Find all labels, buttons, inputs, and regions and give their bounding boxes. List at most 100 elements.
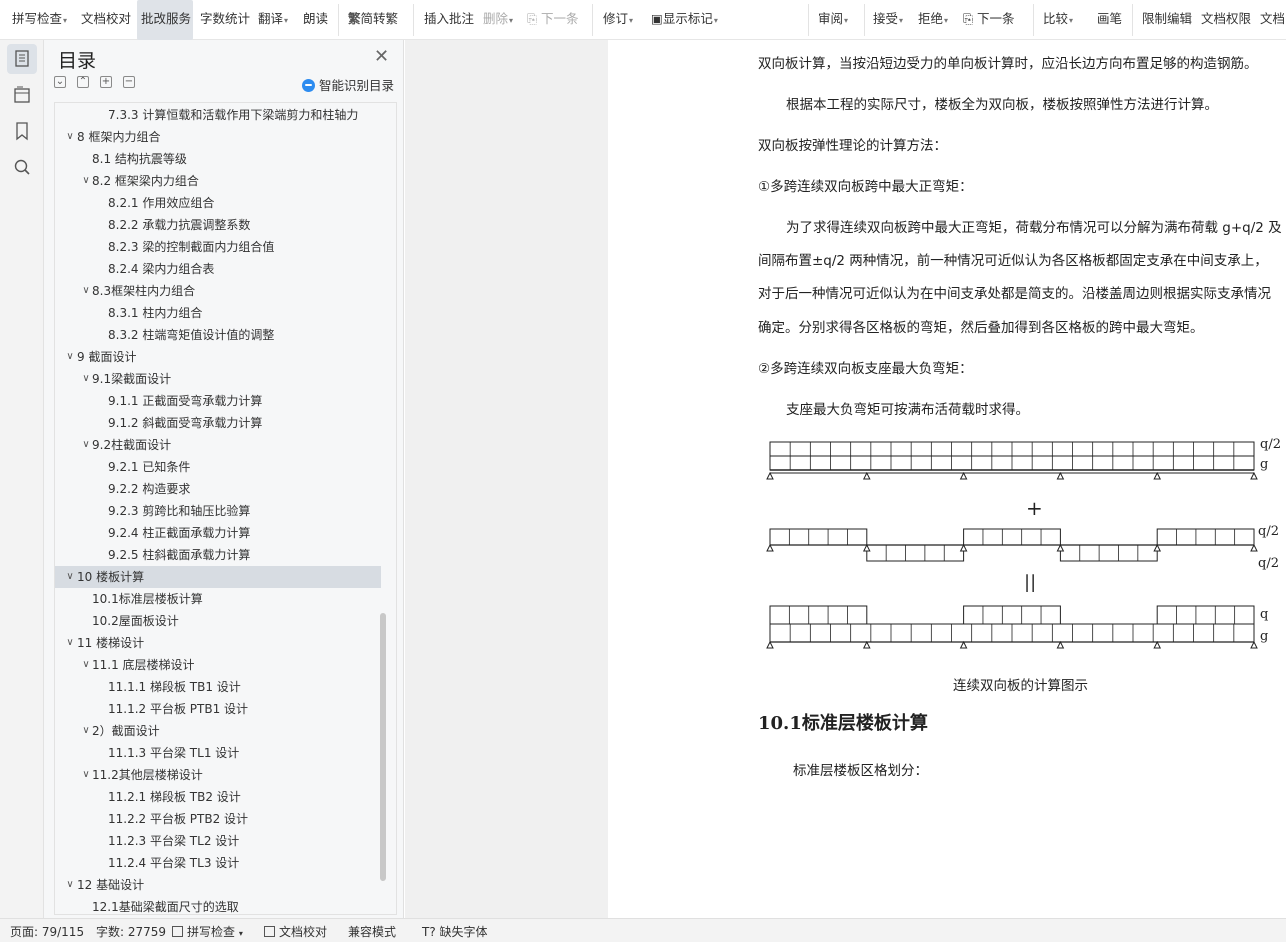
show-markup-button[interactable]: ▣显示标记▾ [651, 0, 731, 40]
toc-item[interactable]: 8.2.2 承载力抗震调整系数 [55, 214, 381, 236]
search-button[interactable] [7, 152, 37, 182]
smart-toc-button[interactable]: 智能识别目录 [302, 75, 394, 94]
toc-item[interactable]: 8.2.3 梁的控制截面内力组合值 [55, 236, 381, 258]
missing-font-button[interactable]: T? 缺失字体 [422, 923, 488, 940]
toc-item[interactable]: ∨ 8 框架内力组合 [55, 126, 381, 148]
bookmark-button[interactable] [7, 116, 37, 146]
spell-check-button[interactable]: 拼写检查▾ [12, 0, 72, 40]
chevron-down-icon[interactable]: ∨ [81, 434, 91, 456]
toc-item[interactable]: ∨ 8.3框架柱内力组合 [55, 280, 381, 302]
track-changes-button[interactable]: 修订▾ [603, 0, 639, 40]
toc-item[interactable]: 8.2.1 作用效应组合 [55, 192, 381, 214]
toc-item[interactable]: 11.2.4 平台梁 TL3 设计 [55, 852, 381, 874]
pen-label: 画笔 [1097, 11, 1123, 26]
toc-item[interactable]: 11.2.1 梯段板 TB2 设计 [55, 786, 381, 808]
spell-check-label: 拼写检查 [12, 11, 63, 26]
simp-trad-button[interactable]: 繁简转繁 [348, 0, 408, 40]
toc-item[interactable]: ∨ 11 楼梯设计 [55, 632, 381, 654]
toc-item[interactable]: ∨ 8.2 框架梁内力组合 [55, 170, 381, 192]
toc-item[interactable]: ∨ 11.2其他层楼梯设计 [55, 764, 381, 786]
delete-comment-button[interactable]: 删除▾ [483, 0, 519, 40]
load-label-g: g [1260, 457, 1268, 472]
toc-item[interactable]: 9.2.1 已知条件 [55, 456, 381, 478]
chevron-down-icon[interactable]: ∨ [81, 654, 91, 676]
toc-item[interactable]: ∨ 2）截面设计 [55, 720, 381, 742]
chevron-down-icon[interactable]: ∨ [81, 170, 91, 192]
ribbon-toolbar: 拼写检查▾ 文档校对 批改服务 字数统计 翻译▾ 朗读 繁简转繁 插入批注 删除… [0, 0, 1286, 40]
toc-item[interactable]: 12.1基础梁截面尺寸的选取 [55, 896, 381, 914]
document-page[interactable]: 双向板计算，当按沿短边受力的单向板计算时，应沿长边方向布置足够的构造钢筋。 根据… [608, 40, 1286, 918]
pen-button[interactable]: 画笔 [1097, 0, 1123, 40]
toc-scrollbar[interactable] [380, 613, 386, 881]
toc-item[interactable]: 9.2.2 构造要求 [55, 478, 381, 500]
toc-item[interactable]: ∨ 9.2柱截面设计 [55, 434, 381, 456]
compare-button[interactable]: 比较▾ [1043, 0, 1079, 40]
doc-permission-button[interactable]: 文档权限 [1201, 0, 1253, 40]
paragraph: 确定。分别求得各区格板的弯矩，然后叠加得到各区格板的跨中最大弯矩。 [758, 320, 1204, 336]
translate-button[interactable]: 翻译▾ [258, 0, 294, 40]
add-heading-icon[interactable]: + [100, 76, 112, 88]
toc-item[interactable]: 8.3.1 柱内力组合 [55, 302, 381, 324]
chevron-down-icon[interactable]: ∨ [81, 280, 91, 302]
toc-item[interactable]: 9.1.2 斜截面受弯承载力计算 [55, 412, 381, 434]
read-aloud-button[interactable]: 朗读 [303, 0, 333, 40]
next-change-button[interactable]: ⎘ 下一条 [963, 0, 1023, 40]
status-spell-check[interactable]: 拼写检查 ▾ [172, 923, 243, 940]
insert-comment-button[interactable]: 插入批注 [424, 0, 474, 40]
toc-item[interactable]: 8.3.2 柱端弯矩值设计值的调整 [55, 324, 381, 346]
close-icon[interactable]: ✕ [374, 46, 389, 67]
toc-item[interactable]: 11.2.2 平台板 PTB2 设计 [55, 808, 381, 830]
word-count-button[interactable]: 字数统计 [200, 0, 252, 40]
toc-item[interactable]: 8.1 结构抗震等级 [55, 148, 381, 170]
toc-item[interactable]: 9.2.4 柱正截面承载力计算 [55, 522, 381, 544]
doc-proofread-button[interactable]: 文档校对 [81, 0, 133, 40]
accept-button[interactable]: 接受▾ [873, 0, 909, 40]
markup-icon: ▣ [651, 11, 663, 26]
toc-item[interactable]: 11.1.1 梯段板 TB1 设计 [55, 676, 381, 698]
toc-item[interactable]: ∨ 9 截面设计 [55, 346, 381, 368]
bookmark-icon [16, 122, 28, 141]
status-proofread[interactable]: 文档校对 [264, 923, 327, 940]
review-service-button[interactable]: 批改服务 [137, 0, 193, 40]
load-label-q: q [1260, 607, 1268, 622]
toc-item-label: 11.2.1 梯段板 TB2 设计 [108, 790, 241, 804]
chevron-down-icon[interactable]: ∨ [65, 566, 75, 588]
collapse-all-icon[interactable]: ⌃ [77, 76, 89, 88]
more-button[interactable]: 文档 [1260, 0, 1286, 40]
page-indicator[interactable]: 页面: 79/115 [10, 923, 84, 940]
chevron-down-icon[interactable]: ∨ [65, 346, 75, 368]
word-count-indicator[interactable]: 字数: 27759 [96, 923, 166, 940]
toc-item[interactable]: 8.2.4 梁内力组合表 [55, 258, 381, 280]
toc-item-label: 11 楼梯设计 [77, 636, 145, 650]
missing-font-label: 缺失字体 [439, 925, 488, 939]
toc-item[interactable]: ∨ 9.1梁截面设计 [55, 368, 381, 390]
toc-item[interactable]: 9.1.1 正截面受弯承载力计算 [55, 390, 381, 412]
toc-item[interactable]: ∨ 10 楼板计算 [55, 566, 381, 588]
toc-item[interactable]: 9.2.5 柱斜截面承载力计算 [55, 544, 381, 566]
toc-item[interactable]: ∨ 12 基础设计 [55, 874, 381, 896]
toc-item[interactable]: 11.1.3 平台梁 TL1 设计 [55, 742, 381, 764]
chevron-down-icon[interactable]: ∨ [65, 874, 75, 896]
toc-item[interactable]: 9.2.3 剪跨比和轴压比验算 [55, 500, 381, 522]
toc-item[interactable]: 11.1.2 平台板 PTB1 设计 [55, 698, 381, 720]
toc-item[interactable]: 7.3.3 计算恒载和活载作用下梁端剪力和柱轴力 [55, 104, 381, 126]
paragraph: 双向板按弹性理论的计算方法： [758, 138, 947, 154]
chevron-down-icon[interactable]: ∨ [81, 720, 91, 742]
toc-item[interactable]: 11.2.3 平台梁 TL2 设计 [55, 830, 381, 852]
chevron-down-icon[interactable]: ∨ [81, 764, 91, 786]
toc-item[interactable]: ∨ 11.1 底层楼梯设计 [55, 654, 381, 676]
chevron-down-icon[interactable]: ∨ [65, 126, 75, 148]
chevron-down-icon[interactable]: ∨ [81, 368, 91, 390]
chevron-down-icon[interactable]: ∨ [65, 632, 75, 654]
toc-item[interactable]: 10.2屋面板设计 [55, 610, 381, 632]
review-dropdown[interactable]: 审阅▾ [818, 0, 854, 40]
next-change-label: 下一条 [977, 11, 1015, 26]
expand-all-icon[interactable]: ⌄ [54, 76, 66, 88]
next-comment-button[interactable]: ⎘ 下一条 [527, 0, 587, 40]
reject-button[interactable]: 拒绝▾ [918, 0, 954, 40]
toc-panel-button[interactable] [7, 44, 37, 74]
outline-button[interactable] [7, 80, 37, 110]
toc-item[interactable]: 10.1标准层楼板计算 [55, 588, 381, 610]
remove-heading-icon[interactable]: − [123, 76, 135, 88]
restrict-edit-button[interactable]: 限制编辑 [1142, 0, 1194, 40]
